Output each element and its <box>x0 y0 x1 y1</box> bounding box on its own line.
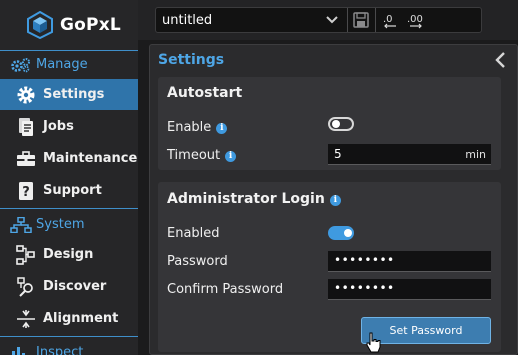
svg-text:.00: .00 <box>407 14 423 25</box>
info-icon[interactable]: i <box>329 195 341 206</box>
divider <box>0 208 138 209</box>
hand-cursor-icon <box>366 332 381 353</box>
autostart-section: Autostart Enable i Timeout i 5 min <box>158 77 501 170</box>
project-select[interactable]: untitled <box>155 7 482 33</box>
confirm-password-label: Confirm Password <box>167 282 284 297</box>
group-label-manage: Manage <box>36 57 88 72</box>
password-value: •••••••• <box>334 253 395 267</box>
sidebar-item-label: Alignment <box>43 311 119 326</box>
timeout-input[interactable]: 5 min <box>328 144 491 165</box>
panel-title: Settings <box>158 52 225 68</box>
sidebar-item-discover[interactable]: Discover <box>0 271 138 302</box>
decimal-increase-icon[interactable]: .00 <box>406 10 426 30</box>
hierarchy-icon <box>10 217 32 233</box>
top-bar: untitled .0 .00 <box>138 0 518 40</box>
toolbox-icon <box>17 151 35 166</box>
brand: GoPxL <box>0 0 138 50</box>
divider <box>0 336 138 337</box>
confirm-password-field[interactable]: •••••••• <box>328 279 491 300</box>
chevron-down-icon <box>326 16 338 24</box>
sidebar-item-label: Jobs <box>43 119 74 134</box>
flow-icon <box>16 245 35 265</box>
admin-enabled-toggle[interactable] <box>328 226 354 240</box>
sidebar-item-label: Support <box>43 183 102 198</box>
timeout-label: Timeout i <box>167 148 237 163</box>
bar-chart-icon <box>12 347 25 355</box>
timeout-value: 5 <box>334 147 342 161</box>
project-name: untitled <box>162 13 213 28</box>
align-icon <box>17 310 35 328</box>
sidebar-item-support[interactable]: ? Support <box>0 175 138 206</box>
gears-icon <box>11 58 30 73</box>
sidebar-item-label: Discover <box>43 279 107 294</box>
gopxl-logo-icon <box>27 11 53 39</box>
sidebar-item-label: Settings <box>43 87 105 102</box>
sidebar-item-jobs[interactable]: Jobs <box>0 111 138 142</box>
sidebar-item-alignment[interactable]: Alignment <box>0 303 138 334</box>
password-field[interactable]: •••••••• <box>328 251 491 272</box>
enable-label-text: Enable <box>167 120 212 135</box>
search-network-icon <box>17 277 33 297</box>
svg-text:.0: .0 <box>383 14 393 25</box>
sidebar-item-maintenance[interactable]: Maintenance <box>0 143 138 174</box>
sidebar: GoPxL Manage Settings Jobs Maintenance ?… <box>0 0 138 355</box>
admin-login-section: Administrator Login i Enabled Password ••… <box>158 182 501 352</box>
section-title: Autostart <box>167 85 243 101</box>
timeout-label-text: Timeout <box>167 148 221 163</box>
toggle-knob <box>344 229 352 237</box>
decimal-decrease-icon[interactable]: .0 <box>381 10 401 30</box>
chevron-left-icon[interactable] <box>494 51 508 69</box>
password-label: Password <box>167 254 228 269</box>
section-title: Administrator Login i <box>167 191 341 207</box>
group-label-system: System <box>36 217 85 232</box>
toolbar-separator <box>375 8 376 32</box>
confirm-password-value: •••••••• <box>334 281 395 295</box>
group-label-inspect: Inspect <box>36 345 84 355</box>
section-title-text: Administrator Login <box>167 191 325 207</box>
gear-icon <box>17 86 35 104</box>
toggle-knob <box>332 120 340 128</box>
sidebar-item-design[interactable]: Design <box>0 239 138 270</box>
timeout-unit: min <box>465 148 486 161</box>
group-system[interactable]: System <box>0 212 138 238</box>
divider <box>0 50 138 51</box>
sidebar-item-settings[interactable]: Settings <box>0 79 138 110</box>
group-manage[interactable]: Manage <box>0 52 138 78</box>
enabled-label: Enabled <box>167 226 220 241</box>
brand-name: GoPxL <box>60 15 121 35</box>
enable-label: Enable i <box>167 120 228 135</box>
group-inspect[interactable]: Inspect <box>0 340 138 355</box>
settings-panel: Settings Autostart Enable i Timeout i 5 mi… <box>149 44 518 355</box>
help-book-icon: ? <box>19 182 33 200</box>
document-icon <box>19 118 33 136</box>
sidebar-item-label: Maintenance <box>43 151 138 166</box>
svg-text:?: ? <box>22 185 30 200</box>
info-icon[interactable]: i <box>225 151 237 162</box>
autostart-enable-toggle[interactable] <box>328 117 354 131</box>
info-icon[interactable]: i <box>216 123 228 134</box>
toolbar-separator <box>347 8 348 32</box>
sidebar-item-label: Design <box>43 247 94 262</box>
save-icon[interactable] <box>351 10 371 30</box>
